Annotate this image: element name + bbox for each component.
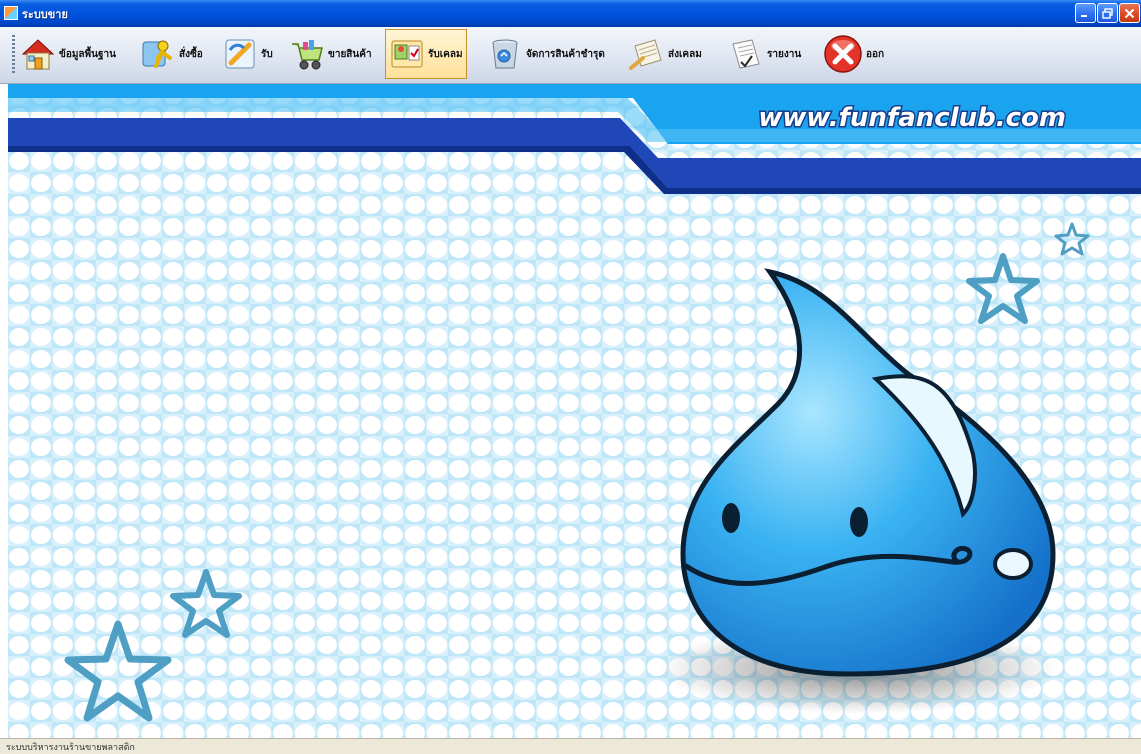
status-bar: ระบบบริหารงานร้านขายพลาสติก [0, 738, 1141, 754]
toolbar-label: รับเคลม [428, 48, 463, 60]
status-text: ระบบบริหารงานร้านขายพลาสติก [6, 743, 135, 753]
shopping-cart-icon [289, 36, 325, 72]
toolbar-button-sell[interactable]: ขายสินค้า [286, 29, 375, 79]
toolbar-button-defective-goods[interactable]: จัดการสินค้าชำรุด [484, 29, 608, 79]
toolbar-button-send-claim[interactable]: ส่งเคลม [626, 29, 705, 79]
toolbar-label: ส่งเคลม [668, 48, 702, 60]
toolbar-button-claim-receive[interactable]: รับเคลม [385, 29, 467, 79]
report-icon [728, 36, 764, 72]
title-bar: ระบบขาย [0, 0, 1141, 27]
toolbar-label: รับ [261, 48, 273, 60]
close-button[interactable] [1119, 3, 1140, 23]
toolbar-label: รายงาน [767, 48, 802, 60]
toolbar-grip[interactable] [12, 35, 15, 75]
minimize-button[interactable] [1075, 3, 1096, 23]
claim-board-icon [389, 36, 425, 72]
background-artwork: www.funfanclub.com [8, 84, 1141, 738]
person-order-icon [140, 36, 176, 72]
house-icon [20, 36, 56, 72]
main-content: www.funfanclub.com [8, 84, 1141, 738]
minimize-icon [1076, 4, 1095, 22]
main-toolbar: ข้อมูลพื้นฐาน สั่งซื้อ รับ ขายสินค้า รับ… [0, 27, 1141, 84]
recycle-bin-icon [487, 36, 523, 72]
app-icon [4, 6, 18, 20]
window-title: ระบบขาย [22, 9, 68, 21]
toolbar-label: จัดการสินค้าชำรุด [526, 48, 605, 60]
restore-icon [1098, 4, 1117, 22]
pencil-paper-icon [222, 36, 258, 72]
toolbar-button-exit[interactable]: ออก [820, 29, 887, 79]
toolbar-label: สั่งซื้อ [179, 48, 203, 60]
toolbar-label: ออก [866, 48, 885, 60]
toolbar-label: ข้อมูลพื้นฐาน [59, 48, 116, 60]
restore-button[interactable] [1097, 3, 1118, 23]
banner-stripe [8, 84, 1141, 98]
toolbar-button-order[interactable]: สั่งซื้อ [137, 29, 206, 79]
toolbar-label: ขายสินค้า [328, 48, 372, 60]
toolbar-button-master-data[interactable]: ข้อมูลพื้นฐาน [17, 29, 119, 79]
toolbar-button-report[interactable]: รายงาน [725, 29, 804, 79]
toolbar-button-receive[interactable]: รับ [219, 29, 276, 79]
exit-icon [823, 34, 863, 74]
send-paper-icon [629, 36, 665, 72]
website-text: www.funfanclub.com [758, 103, 1066, 133]
close-icon [1120, 4, 1139, 22]
